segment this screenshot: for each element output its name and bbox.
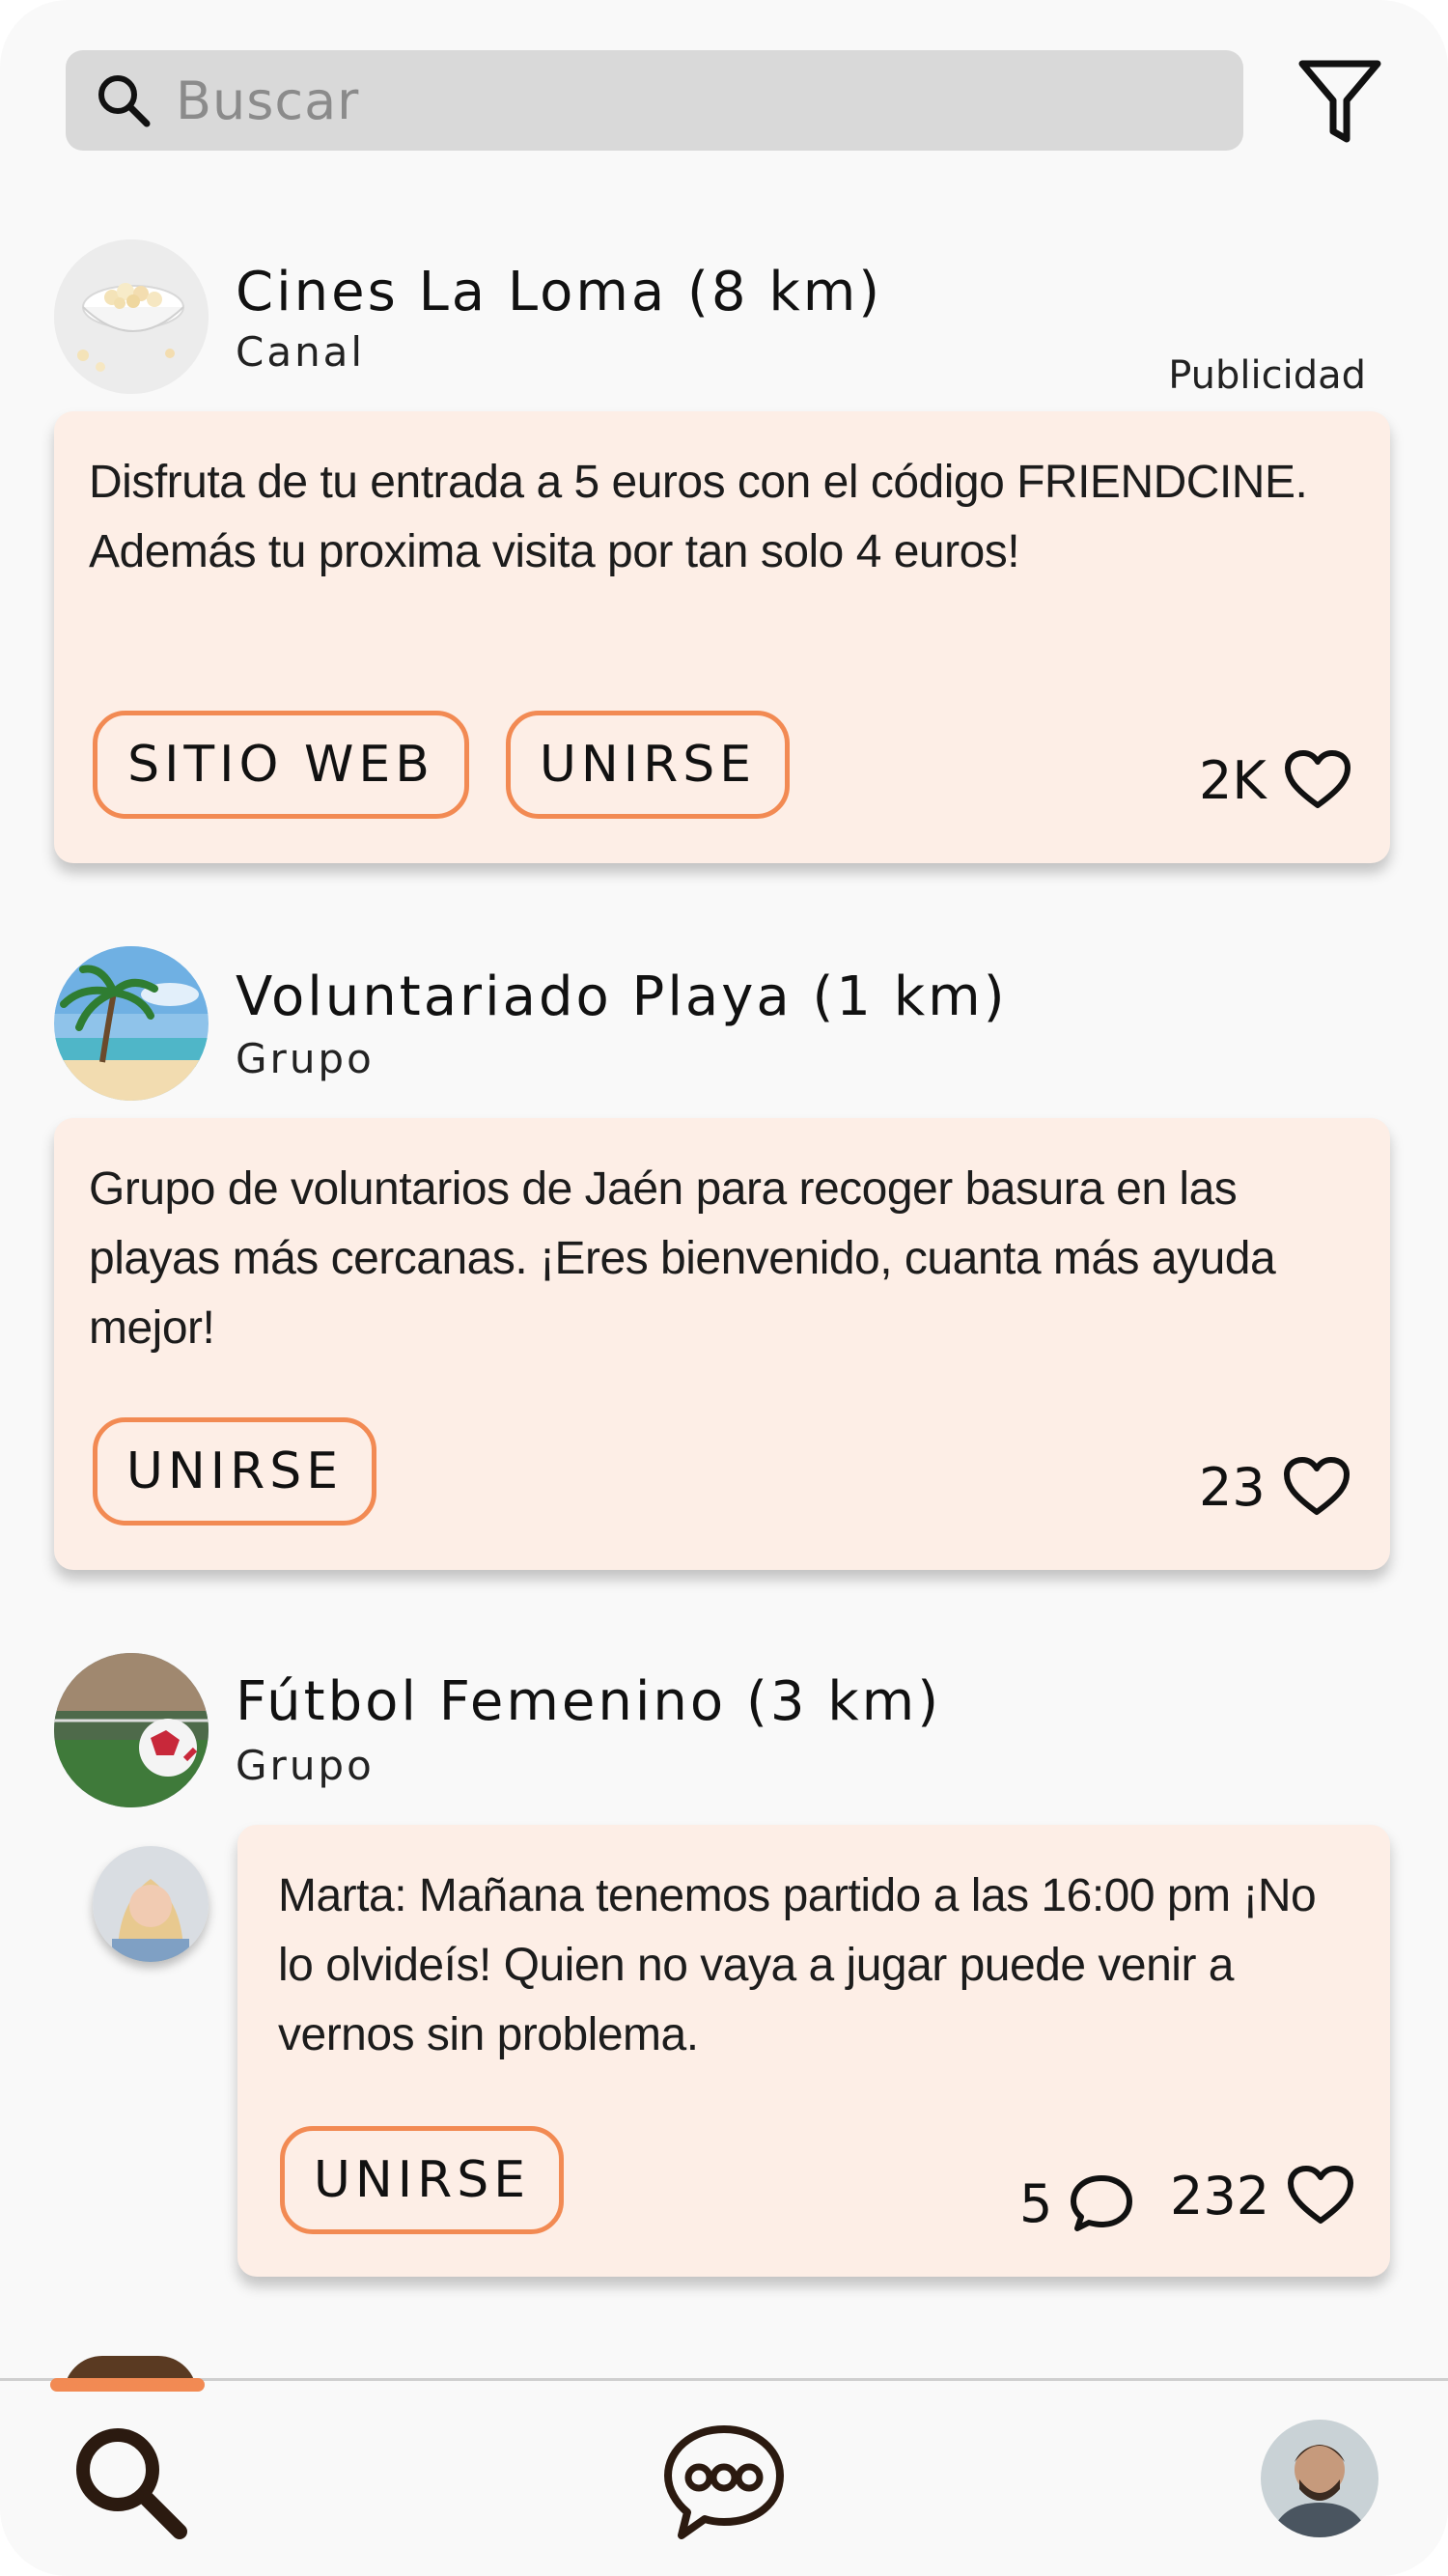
popcorn-image <box>54 239 209 394</box>
heart-icon <box>1288 2166 1354 2224</box>
search-icon <box>76 2428 187 2539</box>
member-avatar[interactable] <box>93 1846 209 1962</box>
post-text: Marta: Mañana tenemos partido a las 16:0… <box>278 1870 1317 2060</box>
active-tab-indicator <box>50 2378 205 2392</box>
filter-button[interactable] <box>1294 56 1386 149</box>
filter-icon <box>1298 60 1381 143</box>
comment-count[interactable]: 5 <box>1019 2172 1133 2234</box>
football-image <box>54 1653 209 1807</box>
website-button[interactable]: SITIO WEB <box>93 711 469 819</box>
search-icon <box>98 75 151 127</box>
nav-chat-button[interactable] <box>660 2420 788 2547</box>
card-type: Grupo <box>236 1742 375 1789</box>
post-card: Grupo de voluntarios de Jaén para recoge… <box>54 1118 1390 1570</box>
post-card: Marta: Mañana tenemos partido a las 16:0… <box>237 1825 1390 2277</box>
member-photo <box>93 1846 209 1962</box>
like-count[interactable]: 2K <box>1199 749 1351 811</box>
card-type: Canal <box>236 328 366 376</box>
like-count[interactable]: 23 <box>1199 1456 1351 1518</box>
card-title[interactable]: Cines La Loma (8 km) <box>236 261 882 323</box>
nav-search-button[interactable] <box>68 2420 193 2545</box>
ad-label: Publicidad <box>1168 353 1366 398</box>
join-button[interactable]: UNIRSE <box>506 711 790 819</box>
post-text: Grupo de voluntarios de Jaén para recoge… <box>89 1163 1276 1354</box>
card-type: Grupo <box>236 1035 375 1082</box>
group-avatar[interactable] <box>54 946 209 1101</box>
channel-avatar[interactable] <box>54 239 209 394</box>
search-input[interactable]: Buscar <box>66 50 1243 151</box>
app-screen: Buscar Cines La Loma (8 km) Canal Public… <box>0 0 1448 2576</box>
heart-icon <box>1284 750 1351 808</box>
search-placeholder: Buscar <box>176 70 360 131</box>
profile-photo <box>1261 2420 1378 2537</box>
join-button[interactable]: UNIRSE <box>280 2126 564 2234</box>
join-button[interactable]: UNIRSE <box>93 1417 376 1526</box>
heart-icon <box>1283 1457 1350 1515</box>
chat-icon <box>664 2425 784 2539</box>
like-count[interactable]: 232 <box>1170 2165 1354 2226</box>
bottom-navigation <box>0 2378 1448 2576</box>
post-card: Disfruta de tu entrada a 5 euros con el … <box>54 411 1390 863</box>
profile-avatar[interactable] <box>1261 2420 1378 2537</box>
card-title[interactable]: Fútbol Femenino (3 km) <box>236 1670 941 1733</box>
post-text: Disfruta de tu entrada a 5 euros con el … <box>89 457 1308 577</box>
beach-image <box>54 946 209 1101</box>
card-title[interactable]: Voluntariado Playa (1 km) <box>236 966 1008 1028</box>
comment-icon <box>1071 2175 1133 2231</box>
group-avatar[interactable] <box>54 1653 209 1807</box>
